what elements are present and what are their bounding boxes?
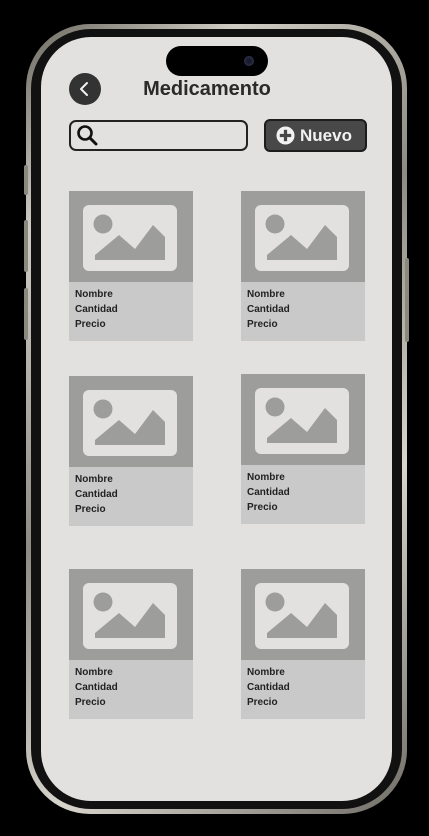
card-fields: Nombre Cantidad Precio <box>247 471 290 515</box>
card-quantity-label: Cantidad <box>247 303 290 315</box>
plus-circle-icon <box>276 126 295 145</box>
card-fields: Nombre Cantidad Precio <box>247 666 290 710</box>
card-price-label: Precio <box>247 501 278 513</box>
card-quantity-label: Cantidad <box>75 681 118 693</box>
search-icon <box>77 125 98 146</box>
image-placeholder-icon <box>255 388 349 454</box>
back-button[interactable] <box>69 73 101 105</box>
medication-card[interactable]: Nombre Cantidad Precio <box>241 374 365 524</box>
card-fields: Nombre Cantidad Precio <box>75 288 118 332</box>
card-name-label: Nombre <box>247 289 285 300</box>
card-price-label: Precio <box>247 318 278 330</box>
page-title: Medicamento <box>143 78 271 100</box>
card-name-label: Nombre <box>247 667 285 678</box>
image-placeholder-icon <box>83 390 177 456</box>
medication-card[interactable]: Nombre Cantidad Precio <box>241 191 365 341</box>
new-button-label: Nuevo <box>300 125 352 145</box>
search-field[interactable] <box>69 120 248 151</box>
card-image <box>241 191 365 282</box>
card-price-label: Precio <box>75 503 106 515</box>
search-input[interactable] <box>103 125 243 147</box>
card-fields: Nombre Cantidad Precio <box>75 473 118 517</box>
card-image <box>69 376 193 467</box>
volume-up-button <box>24 220 28 272</box>
card-image <box>241 374 365 465</box>
volume-down-button <box>24 288 28 340</box>
chevron-left-icon <box>80 82 88 96</box>
card-quantity-label: Cantidad <box>247 681 290 693</box>
medication-card[interactable]: Nombre Cantidad Precio <box>69 569 193 719</box>
card-quantity-label: Cantidad <box>75 303 118 315</box>
card-fields: Nombre Cantidad Precio <box>75 666 118 710</box>
image-placeholder-icon <box>255 205 349 271</box>
card-price-label: Precio <box>247 696 278 708</box>
camera-lens <box>244 56 254 66</box>
card-price-label: Precio <box>75 696 106 708</box>
image-placeholder-icon <box>83 583 177 649</box>
card-quantity-label: Cantidad <box>247 486 290 498</box>
card-image <box>241 569 365 660</box>
card-name-label: Nombre <box>75 289 113 300</box>
image-placeholder-icon <box>83 205 177 271</box>
action-button <box>24 165 28 195</box>
card-image <box>69 569 193 660</box>
new-button[interactable]: Nuevo <box>264 119 367 152</box>
image-placeholder-icon <box>255 583 349 649</box>
medication-card[interactable]: Nombre Cantidad Precio <box>69 376 193 526</box>
medication-card[interactable]: Nombre Cantidad Precio <box>69 191 193 341</box>
power-button <box>405 258 409 342</box>
card-price-label: Precio <box>75 318 106 330</box>
card-image <box>69 191 193 282</box>
card-name-label: Nombre <box>247 472 285 483</box>
card-name-label: Nombre <box>75 667 113 678</box>
card-quantity-label: Cantidad <box>75 488 118 500</box>
dynamic-island <box>166 46 268 76</box>
app-screen: Medicamento Nuevo Nombre Cantidad Precio <box>41 37 392 801</box>
card-fields: Nombre Cantidad Precio <box>247 288 290 332</box>
medication-card[interactable]: Nombre Cantidad Precio <box>241 569 365 719</box>
card-name-label: Nombre <box>75 474 113 485</box>
